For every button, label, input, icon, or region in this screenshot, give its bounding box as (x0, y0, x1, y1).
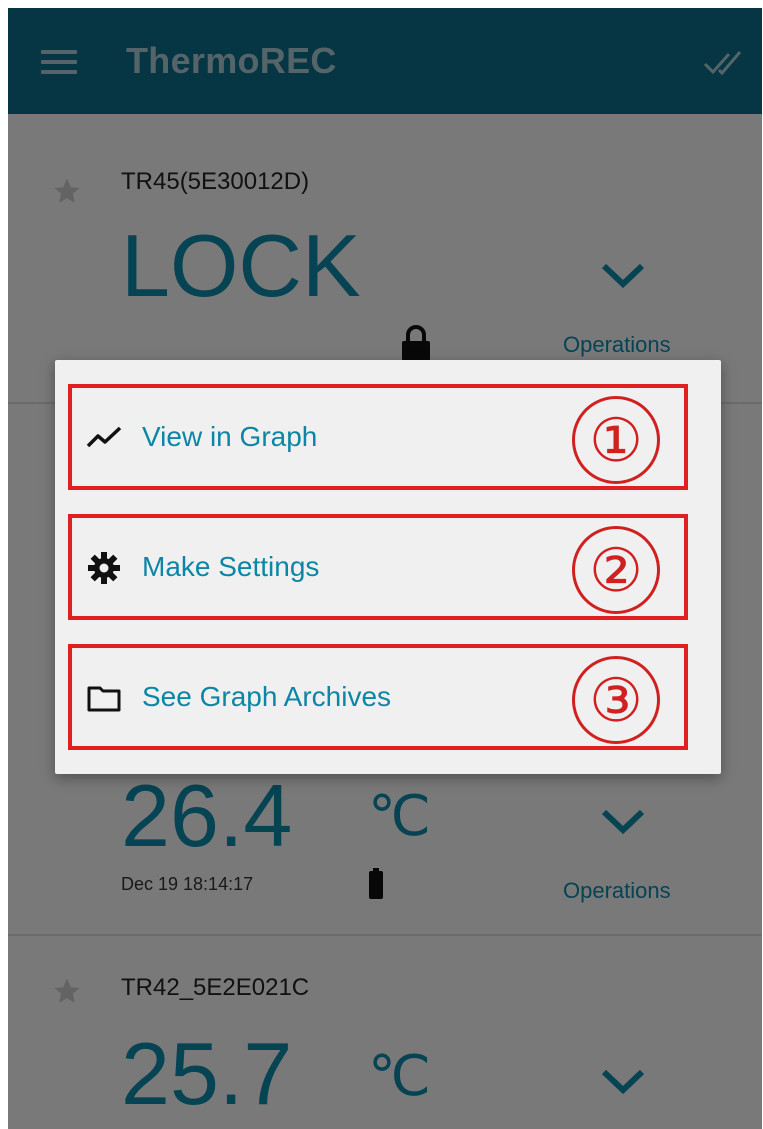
operations-menu: View in Graph ① Make Settings ② See Grap… (55, 360, 721, 774)
folder-icon (87, 686, 121, 712)
menu-item-label: View in Graph (142, 421, 318, 452)
menu-item-label: Make Settings (142, 551, 320, 582)
menu-item-label: See Graph Archives (142, 681, 392, 712)
graph-line-icon (86, 426, 122, 448)
make-settings-item[interactable]: Make Settings ② (68, 514, 688, 620)
step-number-badge: ① (572, 396, 660, 484)
see-graph-archives-item[interactable]: See Graph Archives ③ (68, 644, 688, 750)
step-number-badge: ② (572, 526, 660, 614)
app-screen: ThermoREC TR45(5E30012D) LOCK Operations (8, 8, 762, 1129)
gear-icon (88, 552, 120, 584)
view-in-graph-item[interactable]: View in Graph ① (68, 384, 688, 490)
step-number-badge: ③ (572, 656, 660, 744)
